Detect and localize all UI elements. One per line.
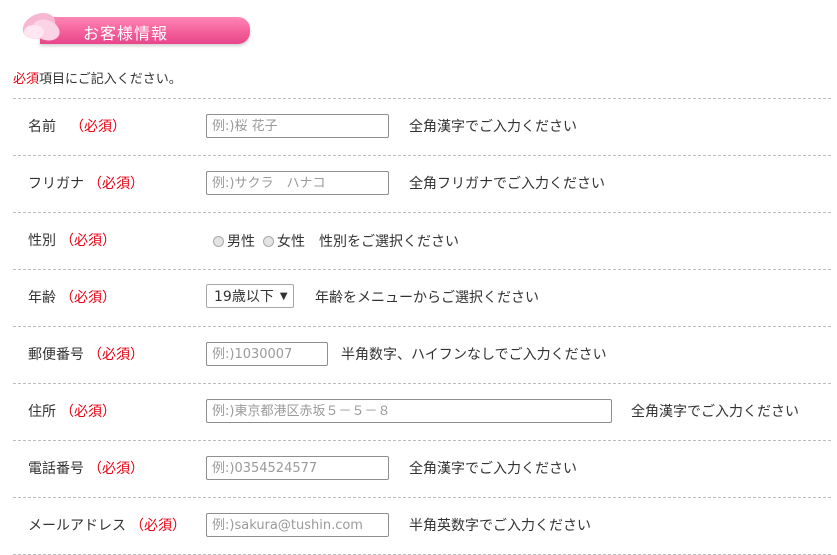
gender-option-male[interactable]: 男性	[213, 231, 255, 251]
gender-option-label: 男性	[227, 234, 255, 250]
form-row-gender: 性別 （必須） 男性 女性 性別をご選択ください	[13, 213, 831, 270]
form-row-name: 名前 （必須） 全角漢字でご入力ください	[13, 99, 831, 156]
form-row-furigana: フリガナ（必須） 全角フリガナでご入力ください	[13, 156, 831, 213]
postal-code-label: 郵便番号 （必須）	[28, 327, 144, 383]
furigana-label-text: フリガナ	[28, 176, 84, 192]
furigana-input[interactable]	[206, 171, 389, 195]
gender-label-text: 性別	[28, 233, 56, 249]
address-input[interactable]	[206, 399, 612, 423]
age-label: 年齢 （必須）	[28, 270, 116, 326]
form-row-address: 住所（必須） 全角漢字でご入力ください	[13, 384, 831, 441]
phone-label-text: 電話番号	[28, 461, 84, 477]
required-tag: （必須）	[88, 461, 144, 477]
postal-code-label-text: 郵便番号	[28, 347, 84, 363]
email-label-text: メールアドレス	[28, 518, 126, 534]
phone-input[interactable]	[206, 456, 389, 480]
required-mark: 必須	[13, 72, 40, 87]
dropdown-arrow-icon: ▼	[279, 290, 288, 302]
phone-label: 電話番号 （必須）	[28, 441, 144, 497]
gender-radio-group: 男性 女性 性別をご選択ください	[213, 213, 459, 269]
address-label-text: 住所	[28, 404, 56, 420]
address-label: 住所 （必須）	[28, 384, 116, 440]
name-hint: 全角漢字でご入力ください	[409, 119, 577, 135]
postal-code-input[interactable]	[206, 342, 328, 366]
required-tag: （必須）	[88, 176, 144, 192]
form-row-email: メールアドレス（必須） 半角英数字でご入力ください	[13, 498, 831, 555]
phone-hint: 全角漢字でご入力ください	[409, 461, 577, 477]
section-header: お客様情報	[12, 6, 250, 46]
gender-option-female[interactable]: 女性	[263, 231, 305, 251]
gender-hint: 性別をご選択ください	[319, 234, 459, 250]
name-input[interactable]	[206, 114, 389, 138]
required-tag: （必須）	[60, 404, 116, 420]
furigana-label: フリガナ （必須）	[28, 156, 144, 212]
email-label: メールアドレス （必須）	[28, 498, 186, 554]
required-tag: （必須）	[60, 233, 116, 249]
furigana-hint: 全角フリガナでご入力ください	[409, 176, 605, 192]
required-tag: （必須）	[60, 290, 116, 306]
address-hint: 全角漢字でご入力ください	[631, 404, 799, 420]
form-row-phone: 電話番号（必須） 全角漢字でご入力ください	[13, 441, 831, 498]
age-hint: 年齢をメニューからご選択ください	[315, 290, 539, 306]
sakura-petal-icon	[22, 12, 60, 41]
age-select[interactable]: 19歳以下 ▼	[206, 284, 294, 308]
required-tag: （必須）	[88, 347, 144, 363]
postal-code-hint: 半角数字、ハイフンなしでご入力ください	[341, 347, 607, 363]
radio-button[interactable]	[213, 235, 224, 247]
gender-option-label: 女性	[277, 234, 305, 250]
radio-button[interactable]	[263, 235, 274, 247]
required-notice-text: 項目にご記入ください。	[39, 72, 182, 87]
age-label-text: 年齢	[28, 290, 56, 306]
form-row-postal-code: 郵便番号（必須） 半角数字、ハイフンなしでご入力ください	[13, 327, 831, 384]
gender-label: 性別 （必須）	[28, 213, 116, 269]
name-label-text: 名前	[28, 119, 56, 135]
age-select-value: 19歳以下	[214, 289, 274, 305]
email-hint: 半角英数字でご入力ください	[409, 518, 591, 534]
section-title: お客様情報	[83, 24, 169, 43]
form-row-age: 年齢 （必須） 19歳以下 ▼ 年齢をメニューからご選択ください	[13, 270, 831, 327]
required-tag: （必須）	[130, 518, 186, 534]
required-notice: 必須項目にご記入ください。	[13, 68, 182, 87]
name-label: 名前 （必須）	[28, 99, 126, 155]
required-tag: （必須）	[70, 119, 126, 135]
customer-info-form: 名前（必須） 全角漢字でご入力ください フリガナ（必須） 全角フリガナでご入力く…	[13, 98, 831, 555]
